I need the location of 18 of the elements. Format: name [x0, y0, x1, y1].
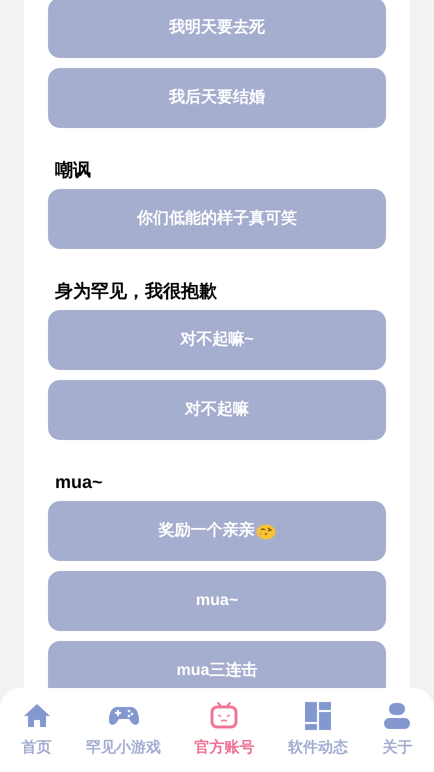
phrase-button[interactable]: 你们低能的样子真可笑: [48, 189, 386, 249]
nav-tab[interactable]: 关于: [381, 700, 414, 760]
nav-tab[interactable]: 罕见小游戏: [86, 700, 162, 760]
tv-icon: [208, 700, 240, 731]
kissing-face-icon: [256, 522, 276, 540]
phrase-button[interactable]: mua三连击: [48, 641, 386, 688]
nav-tab[interactable]: 软件动态: [288, 700, 348, 760]
section-heading: 嘲讽: [54, 159, 92, 182]
phrase-button[interactable]: 对不起嘛: [48, 380, 386, 440]
phrase-button[interactable]: 我后天要结婚: [48, 68, 386, 128]
nav-tab[interactable]: 官方账号: [194, 700, 254, 760]
phrase-button[interactable]: 奖励一个亲亲: [48, 501, 386, 561]
phrase-button[interactable]: 我明天要去死: [48, 0, 386, 58]
section-heading: mua~: [54, 471, 104, 494]
nav-tab[interactable]: 首页: [20, 700, 53, 760]
section-heading: 身为罕见，我很抱歉: [54, 280, 218, 303]
phrase-button[interactable]: mua~: [48, 571, 386, 631]
phrase-button[interactable]: 对不起嘛~: [48, 310, 386, 370]
